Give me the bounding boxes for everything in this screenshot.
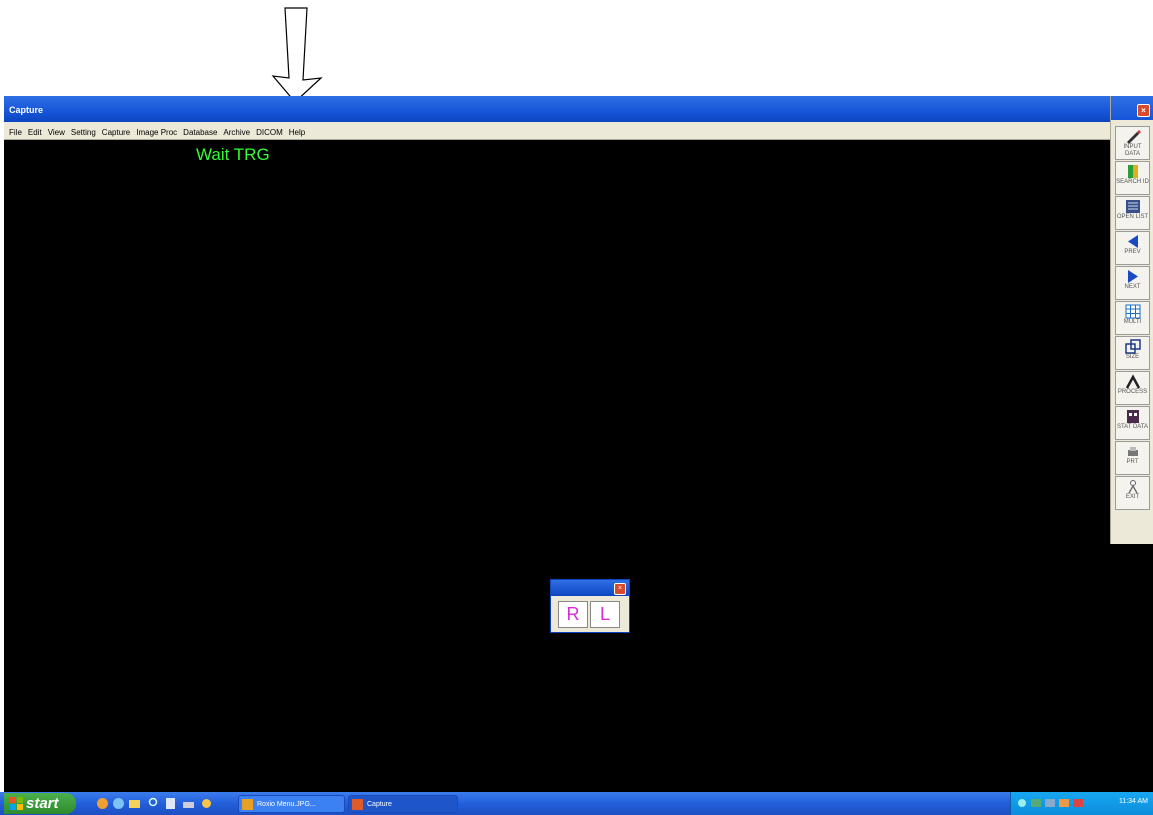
toolbar-label: STAT DATA [1116,424,1149,430]
document-icon[interactable] [164,797,177,810]
menu-view[interactable]: View [45,124,68,137]
taskbar-item-label: Capture [367,801,392,808]
windows-icon [1124,339,1141,354]
system-tray: 11:34 AM [1010,792,1153,815]
windows-logo-icon [10,797,23,810]
menu-edit[interactable]: Edit [25,124,45,137]
next-button[interactable]: NEXT [1115,266,1150,300]
multi-button[interactable]: MULTI [1115,301,1150,335]
arrow-left-icon [1127,235,1138,248]
process-button[interactable]: PROCESS [1115,371,1150,405]
taskbar: start Roxio Menu.JPG... Capture 11:34 AM [0,792,1153,815]
list-icon [1125,200,1140,213]
update-icon[interactable] [1073,798,1083,808]
stat-data-button[interactable]: STAT DATA [1115,406,1150,440]
media-icon[interactable] [96,797,109,810]
print-button[interactable]: PRT [1115,441,1150,475]
image-file-icon [242,799,253,810]
menu-help[interactable]: Help [286,124,308,137]
right-button[interactable]: R [558,601,588,628]
book-icon [1127,165,1138,178]
toolbar-label: MULTI [1123,319,1142,325]
volume-icon[interactable] [1045,798,1055,808]
toolbar-label: SEARCH ID [1116,179,1149,185]
status-text: Wait TRG [196,145,270,164]
folder-icon[interactable] [128,797,141,810]
toolbar-label: PROCESS [1117,389,1148,395]
menu-capture[interactable]: Capture [99,124,133,137]
rl-dialog: × R L [550,579,630,633]
input-data-button[interactable]: INPUT DATA [1115,126,1150,160]
printer-icon [1127,447,1138,456]
settings-icon[interactable] [200,797,213,810]
toolbar-label: OPEN LIST [1116,214,1149,220]
clock: 11:34 AM [1118,798,1148,805]
security-icon[interactable] [1059,798,1069,808]
toolbar-label: PRT [1126,459,1139,465]
printer-icon[interactable] [182,797,195,810]
toolbar-label: INPUT DATA [1123,144,1142,157]
network-icon[interactable] [1017,798,1027,808]
arrow-right-icon [1127,270,1138,283]
open-list-button[interactable]: OPEN LIST [1115,196,1150,230]
chart-icon [1126,410,1139,423]
start-label: start [26,795,59,812]
toolbar-label: EXIT [1125,494,1140,500]
menu-archive[interactable]: Archive [220,124,253,137]
pencil-icon [1126,130,1141,144]
close-icon[interactable]: × [614,583,626,595]
menu-bar: File Edit View Setting Capture Image Proc Data… [4,122,1110,140]
annotation-arrow [271,7,323,103]
grid-icon [1125,304,1140,319]
search-icon[interactable] [148,797,161,810]
close-icon[interactable]: × [1137,104,1150,117]
capture-window: Capture File Edit View Setting Capture Image … [4,96,1153,796]
menu-file[interactable]: File [4,124,25,137]
exit-button[interactable]: EXIT [1115,476,1150,510]
toolbar-label: SIZE [1125,354,1140,360]
title-bar[interactable]: Capture [4,96,1110,122]
taskbar-item-label: Roxio Menu.JPG... [257,801,316,808]
exit-icon [1127,480,1138,494]
taskbar-item-capture[interactable]: Capture [348,795,458,813]
menu-dicom[interactable]: DICOM [253,124,286,137]
toolbar-label: PREV [1124,249,1141,255]
rl-dialog-titlebar[interactable]: × [551,580,629,596]
capture-app-icon [352,799,363,810]
toolbar-label: NEXT [1124,284,1141,290]
left-button[interactable]: L [590,601,620,628]
search-id-button[interactable]: SEARCH ID [1115,161,1150,195]
hammer-icon [1125,374,1140,389]
menu-database[interactable]: Database [180,124,220,137]
toolbar-titlebar: × [1111,96,1153,120]
menu-image-proc[interactable]: Image Proc [133,124,180,137]
window-title: Capture [9,105,44,115]
size-button[interactable]: SIZE [1115,336,1150,370]
taskbar-item-roxio[interactable]: Roxio Menu.JPG... [238,795,345,813]
menu-setting[interactable]: Setting [68,124,99,137]
side-toolbar: × INPUT DATA SEARCH ID OPEN LIST PREV NE… [1110,96,1153,544]
display-icon[interactable] [1031,798,1041,808]
browser-icon[interactable] [112,797,125,810]
prev-button[interactable]: PREV [1115,231,1150,265]
start-button[interactable]: start [4,793,76,814]
